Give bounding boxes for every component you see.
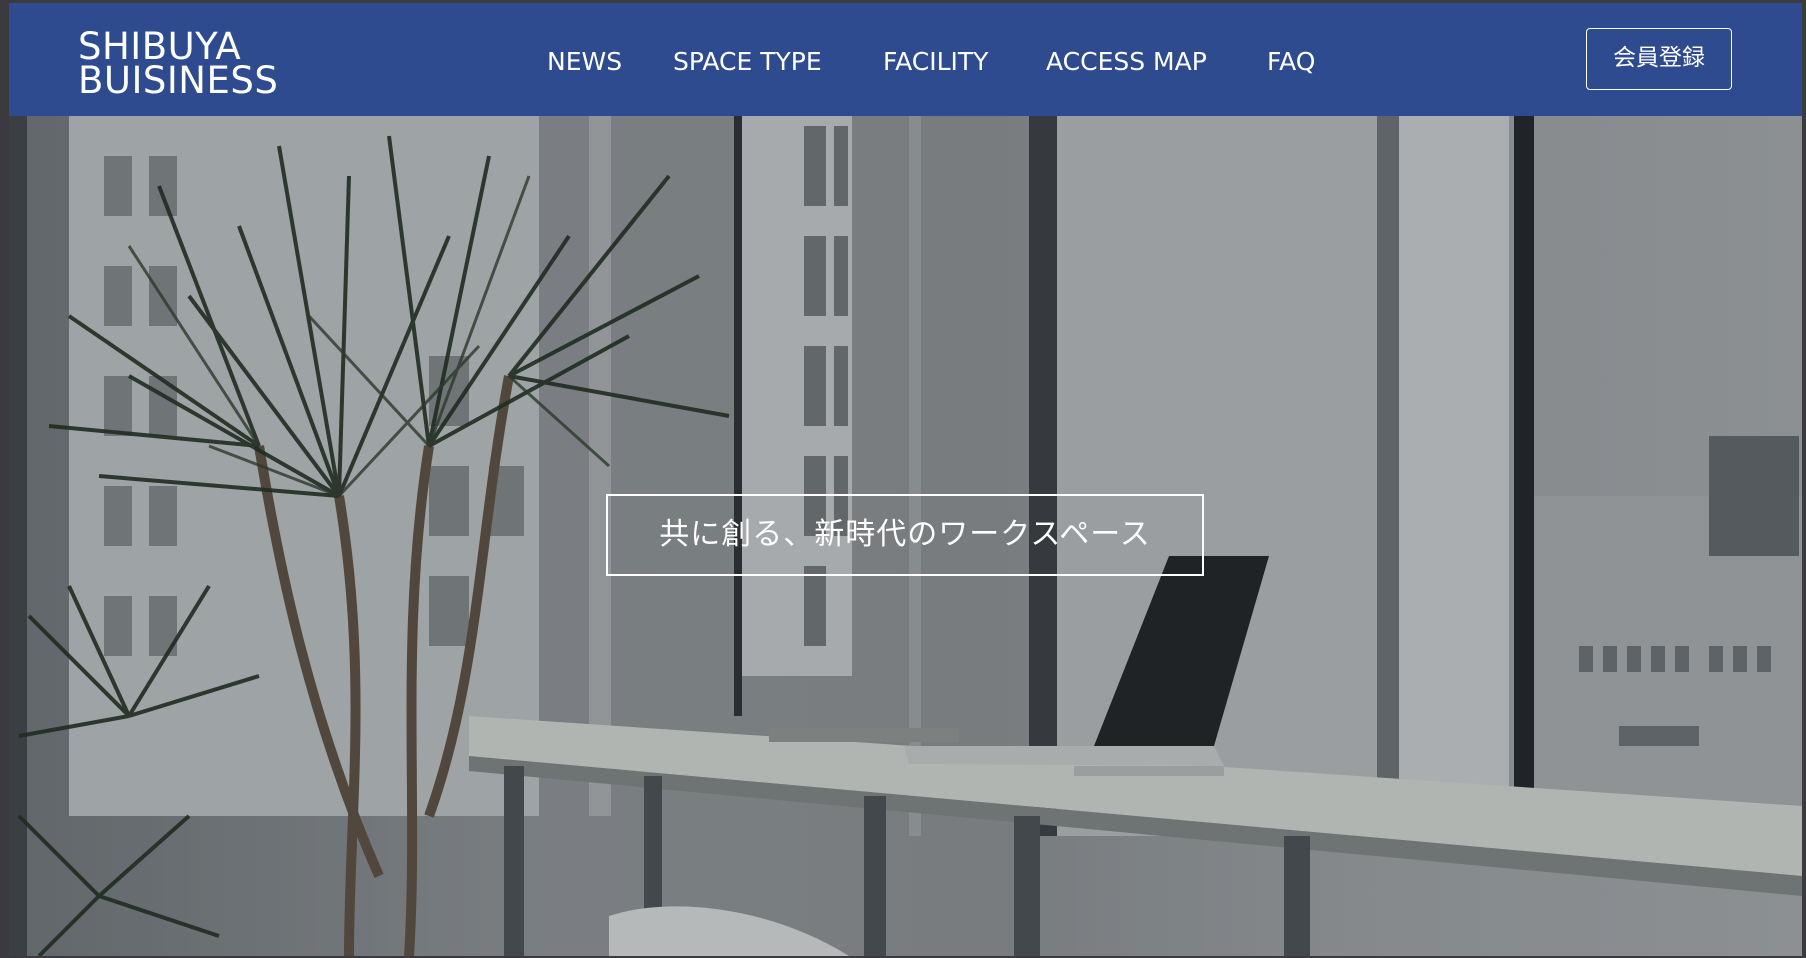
nav-space-type[interactable]: SPACE TYPE bbox=[673, 47, 822, 77]
nav-faq[interactable]: FAQ bbox=[1267, 47, 1315, 77]
hero-tagline: 共に創る、新時代のワークスペース bbox=[606, 494, 1204, 576]
browser-viewport: SHIBUYA BUISINESS NEWS SPACE TYPE FACILI… bbox=[9, 3, 1802, 956]
nav-news[interactable]: NEWS bbox=[547, 47, 622, 77]
site-header: SHIBUYA BUISINESS NEWS SPACE TYPE FACILI… bbox=[9, 3, 1802, 116]
hero-section: 共に創る、新時代のワークスペース bbox=[9, 116, 1802, 956]
register-button[interactable]: 会員登録 bbox=[1586, 28, 1732, 90]
main-nav: NEWS SPACE TYPE FACILITY ACCESS MAP FAQ bbox=[9, 47, 1802, 77]
nav-access-map[interactable]: ACCESS MAP bbox=[1046, 47, 1207, 77]
nav-facility[interactable]: FACILITY bbox=[883, 47, 988, 77]
